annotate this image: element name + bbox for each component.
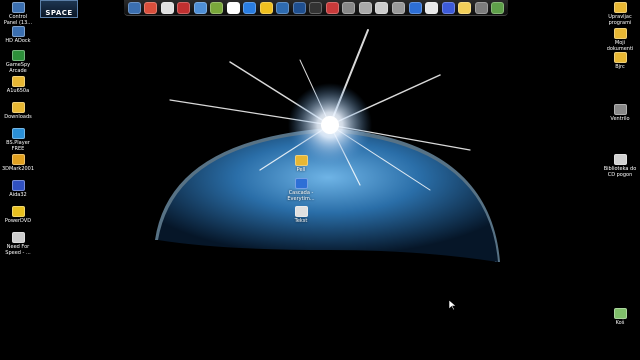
recycle-icon[interactable] <box>491 1 505 14</box>
bsplayer-free-icon <box>11 128 25 139</box>
need-for-speed-icon <box>11 232 25 243</box>
desktop-icon-label: BS.Player FREE <box>6 140 30 152</box>
desktop-icon-label: Downloads <box>4 114 32 120</box>
desktop-icon-powerdvd[interactable]: PowerDVD <box>0 206 36 224</box>
desktop-icon-biblioteka-cd-pogon[interactable]: Biblioteka do CD pogon <box>602 154 638 178</box>
lightning-icon[interactable] <box>441 1 455 14</box>
desktop-icon-moji-dokumenti[interactable]: Moji dokumenti <box>602 28 638 52</box>
downloads-icon <box>11 102 25 113</box>
messenger-icon[interactable] <box>210 1 224 14</box>
desktop-icon-aida32[interactable]: Aida32 <box>0 180 36 198</box>
desktop-icon-cascada[interactable]: Cascada - Everytim... <box>283 178 319 202</box>
chrome-icon[interactable] <box>144 1 158 14</box>
desktop-icon-bjrc[interactable]: Bjrc <box>602 52 638 70</box>
desktop-icon-control-panel[interactable]: Control Panel (13... <box>0 2 36 26</box>
powerdvd-icon <box>11 206 25 217</box>
explorer-icon[interactable] <box>160 1 174 14</box>
hd-adock-icon <box>11 26 25 37</box>
desktop-icon-bsplayer-free[interactable]: BS.Player FREE <box>0 128 36 152</box>
desktop-icon-hd-adock[interactable]: HD ADock <box>0 26 36 44</box>
3dmark2001-icon <box>11 154 25 165</box>
folder-center-icon <box>294 155 308 166</box>
desktop-icon-label: Aida32 <box>9 192 27 198</box>
cursor-tool-icon[interactable] <box>177 1 191 14</box>
gear-icon[interactable] <box>358 1 372 14</box>
desktop-icon-gamespy-arcade[interactable]: GameSpy Arcade <box>0 50 36 74</box>
a1u650a-icon <box>11 76 25 87</box>
desktop-icon-label: PowerDVD <box>4 218 32 224</box>
tekst-icon <box>294 206 308 217</box>
desktop-icon-a1u650a[interactable]: A1u650a <box>0 76 36 94</box>
desktop-icon-label: Biblioteka do CD pogon <box>603 166 637 178</box>
network-icon[interactable] <box>193 1 207 14</box>
cascada-icon <box>294 178 308 189</box>
desktop-icon-label: A1u650a <box>6 88 30 94</box>
disc-icon[interactable] <box>375 1 389 14</box>
camera-icon[interactable] <box>392 1 405 14</box>
upravljac-programi-icon <box>613 2 627 13</box>
play-icon[interactable] <box>243 1 257 14</box>
winamp-icon[interactable] <box>259 1 273 14</box>
desktop-icon-label: Need For Speed - ... <box>5 244 31 256</box>
desktop-icon-label: 3DMark2001 <box>1 166 35 172</box>
gamespy-arcade-icon <box>11 50 25 61</box>
desktop-icon-label: Tekst <box>294 218 308 224</box>
desktop-icon-label: HD ADock <box>5 38 31 44</box>
phone-icon[interactable] <box>309 1 323 14</box>
recorder-icon[interactable] <box>325 1 339 14</box>
desktop-icon-label: Cascada - Everytim... <box>287 190 315 202</box>
desktop-icon-label: Pell <box>296 167 306 173</box>
desktop-icon-label: GameSpy Arcade <box>5 62 31 74</box>
mouse-cursor-icon <box>449 300 457 310</box>
desktop-icon-ventrilo[interactable]: Ventrilo <box>602 104 638 122</box>
eye-icon[interactable] <box>342 1 356 14</box>
aida32-icon <box>11 180 25 191</box>
desktop-icon-downloads[interactable]: Downloads <box>0 102 36 120</box>
edit-icon[interactable] <box>408 1 422 14</box>
top-dock <box>124 0 508 16</box>
space-badge[interactable]: SPACE <box>40 0 78 18</box>
control-panel-icon[interactable] <box>127 1 141 14</box>
koš-icon <box>613 308 627 319</box>
monitor-icon[interactable] <box>292 1 306 14</box>
desktop-icon-koš[interactable]: Koš <box>602 308 638 326</box>
media-center-icon[interactable] <box>226 1 240 14</box>
desktop-icon-need-for-speed[interactable]: Need For Speed - ... <box>0 232 36 256</box>
desktop-icon-label: Control Panel (13... <box>3 14 33 26</box>
space-badge-label: SPACE <box>45 9 73 17</box>
space-wallpaper <box>0 0 640 360</box>
fan-icon[interactable] <box>425 1 439 14</box>
desktop-icon-3dmark2001[interactable]: 3DMark2001 <box>0 154 36 172</box>
desktop-icon-label: Bjrc <box>615 64 625 70</box>
desktop-icon-label: Koš <box>615 320 625 326</box>
bjrc-icon <box>613 52 627 63</box>
photo-icon[interactable] <box>474 1 488 14</box>
ventrilo-icon <box>613 104 627 115</box>
desktop-icon-label: Upravljac programi <box>608 14 632 26</box>
desktop-icon-upravljac-programi[interactable]: Upravljac programi <box>602 2 638 26</box>
desktop-icon-folder-center[interactable]: Pell <box>283 155 319 173</box>
moji-dokumenti-icon <box>613 28 627 39</box>
desktop-icon-tekst[interactable]: Tekst <box>283 206 319 224</box>
desktop-icon-label: Moji dokumenti <box>606 40 634 52</box>
folder-icon[interactable] <box>458 1 472 14</box>
power-icon[interactable] <box>276 1 290 14</box>
biblioteka-cd-pogon-icon <box>613 154 627 165</box>
desktop-icon-label: Ventrilo <box>610 116 630 122</box>
control-panel-icon <box>11 2 25 13</box>
